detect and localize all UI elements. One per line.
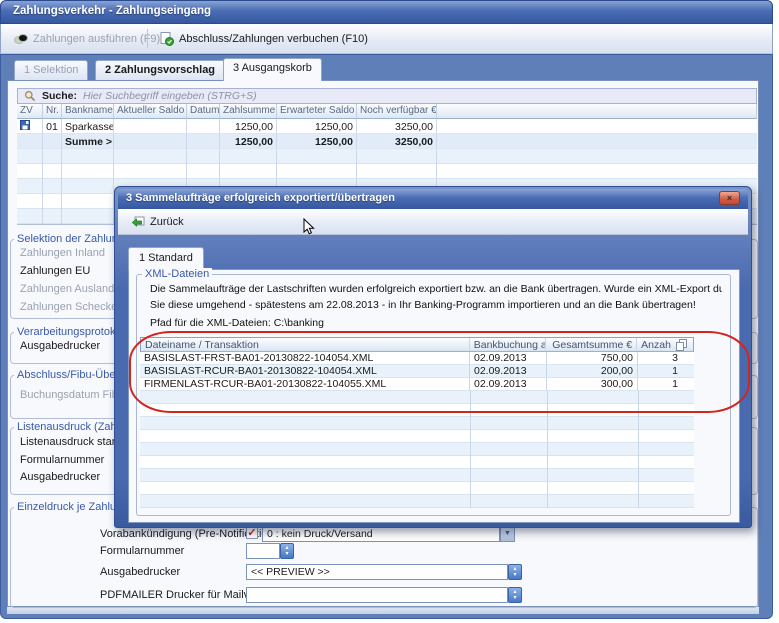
tab-zahlungsvorschlag[interactable]: 2 Zahlungsvorschlag bbox=[95, 60, 225, 80]
toolbar-separator bbox=[147, 29, 148, 48]
formularnummer-label: Formularnummer bbox=[100, 545, 184, 557]
ausgabedrucker-combo[interactable]: << PREVIEW >> bbox=[246, 564, 508, 580]
dialog-titlebar: 3 Sammelaufträge erfolgreich exportiert/… bbox=[118, 189, 748, 209]
tab-ausgangskorb[interactable]: 3 Ausgangskorb bbox=[223, 58, 322, 81]
group-abschluss-label: Abschluss/Fibu-Überg bbox=[14, 369, 128, 381]
col-zv[interactable]: ZV bbox=[17, 104, 43, 119]
book-payments-label: Abschluss/Zahlungen verbuchen (F10) bbox=[179, 33, 368, 45]
col-filler bbox=[437, 104, 757, 119]
cell-noch-verfuegbar: 3250,00 bbox=[357, 119, 437, 134]
col-nr[interactable]: Nr. bbox=[43, 104, 62, 119]
ausgabedrucker-spinner[interactable]: ▴▾ bbox=[508, 564, 522, 580]
execute-payments-label: Zahlungen ausführen (F9) bbox=[33, 33, 160, 45]
tab-ausgangskorb-label: 3 Ausgangskorb bbox=[233, 62, 312, 74]
sidebar-item-zahlungen-ausland[interactable]: Zahlungen Ausland bbox=[20, 283, 114, 295]
back-label: Zurück bbox=[150, 216, 184, 228]
table-sum-row: Summe > 1250,00 1250,00 3250,00 bbox=[17, 134, 757, 149]
prenotification-checkbox[interactable]: ✓ bbox=[246, 527, 258, 539]
prenotification-dropdown-icon[interactable]: ▼ bbox=[500, 526, 515, 542]
sum-erwarteter-saldo: 1250,00 bbox=[277, 134, 357, 149]
col-datum[interactable]: Datum bbox=[187, 104, 220, 119]
screen: Zahlungsverkehr - Zahlungseingang Zahlun… bbox=[0, 0, 779, 623]
sidebar-item-zahlungen-inland[interactable]: Zahlungen Inland bbox=[20, 247, 105, 259]
cell-bankname: Sparkasse bbox=[62, 119, 114, 134]
sidebar-item-formularnummer[interactable]: Formularnummer bbox=[20, 454, 104, 466]
sidebar-item-buchungsdatum[interactable]: Buchungsdatum Fib bbox=[20, 389, 118, 401]
group-selektion-label: Selektion der Zahlung bbox=[14, 233, 127, 245]
book-payments-button[interactable]: Abschluss/Zahlungen verbuchen (F10) bbox=[153, 28, 375, 49]
coins-icon bbox=[14, 33, 28, 45]
window-bottom-strip bbox=[7, 607, 759, 614]
cell-erwarteter-saldo: 1250,00 bbox=[277, 119, 357, 134]
sum-label: Summe > bbox=[62, 134, 114, 149]
tab-zahlungsvorschlag-label: 2 Zahlungsvorschlag bbox=[105, 64, 215, 76]
save-disk-icon bbox=[20, 120, 30, 130]
formularnummer-field[interactable] bbox=[246, 543, 280, 559]
cell-datum bbox=[187, 119, 220, 134]
tab-selektion[interactable]: 1 Selektion bbox=[14, 60, 88, 80]
group-einzeldruck-label: Einzeldruck je Zahlun bbox=[14, 501, 125, 513]
dialog-tab-standard[interactable]: 1 Standard bbox=[128, 247, 204, 270]
prenotification-combo[interactable]: 0 : kein Druck/Versand bbox=[262, 526, 500, 542]
xml-dateien-label: XML-Dateien bbox=[142, 268, 212, 280]
dialog-title: 3 Sammelaufträge erfolgreich exportiert/… bbox=[126, 192, 395, 204]
tab-selektion-label: 1 Selektion bbox=[24, 64, 78, 76]
pdfmailer-combo[interactable] bbox=[246, 587, 508, 603]
sum-noch-verfuegbar: 3250,00 bbox=[357, 134, 437, 149]
sidebar-item-ausgabedrucker-2[interactable]: Ausgabedrucker bbox=[20, 471, 100, 483]
group-listenausdruck-label: Listenausdruck (Zahlu bbox=[14, 421, 128, 433]
dialog-tab-label: 1 Standard bbox=[139, 252, 193, 264]
sum-zahlsumme: 1250,00 bbox=[220, 134, 277, 149]
col-noch-verfuegbar[interactable]: Noch verfügbar € bbox=[357, 104, 437, 119]
mouse-cursor bbox=[303, 218, 316, 240]
col-erwarteter-saldo[interactable]: Erwarteter Saldo € bbox=[277, 104, 357, 119]
ausgabedrucker-label: Ausgabedrucker bbox=[100, 566, 180, 578]
back-arrow-icon bbox=[131, 216, 145, 228]
sidebar-item-zahlungen-eu[interactable]: Zahlungen EU bbox=[20, 265, 90, 277]
cell-nr: 01 bbox=[43, 119, 62, 134]
dialog-toolbar: Zurück bbox=[118, 209, 748, 235]
cell-zv bbox=[17, 119, 43, 134]
search-label: Suche: bbox=[42, 90, 77, 102]
search-bar[interactable]: Suche: Hier Suchbegriff eingeben (STRG+S… bbox=[17, 88, 757, 104]
annotation-red-oval bbox=[129, 331, 750, 413]
back-button[interactable]: Zurück bbox=[126, 212, 189, 231]
sidebar-item-listenausdruck-start[interactable]: Listenausdruck start bbox=[20, 436, 118, 448]
sidebar-item-ausgabedrucker-1[interactable]: Ausgabedrucker bbox=[20, 340, 100, 352]
window-titlebar: Zahlungsverkehr - Zahlungseingang bbox=[0, 0, 773, 24]
window-title: Zahlungsverkehr - Zahlungseingang bbox=[13, 5, 211, 17]
cell-aktueller-saldo bbox=[114, 119, 187, 134]
sidebar-item-zahlungen-schecke[interactable]: Zahlungen Schecke bbox=[20, 301, 117, 313]
pdfmailer-spinner[interactable]: ▴▾ bbox=[508, 587, 522, 603]
col-bankname[interactable]: Bankname bbox=[62, 104, 114, 119]
dialog-message-line2: Sie diese umgehend - spätestens am 22.08… bbox=[150, 299, 722, 311]
table-row[interactable]: 01 Sparkasse 1250,00 1250,00 3250,00 bbox=[17, 119, 757, 134]
document-check-icon bbox=[160, 32, 174, 46]
close-icon[interactable]: × bbox=[719, 191, 740, 205]
main-toolbar: Zahlungen ausführen (F9) Abschluss/Zahlu… bbox=[0, 24, 773, 54]
search-input[interactable]: Hier Suchbegriff eingeben (STRG+S) bbox=[83, 90, 257, 102]
dialog-path-line: Pfad für die XML-Dateien: C:\banking bbox=[150, 317, 722, 329]
col-zahlsumme[interactable]: Zahlsumme € bbox=[220, 104, 277, 119]
group-verarbeitung-label: Verarbeitungsprotoko bbox=[14, 326, 125, 338]
dialog-message-line1: Die Sammelaufträge der Lastschriften wur… bbox=[150, 283, 722, 295]
cell-zahlsumme: 1250,00 bbox=[220, 119, 277, 134]
main-table-header[interactable]: ZV Nr. Bankname Aktueller Saldo € Datum … bbox=[17, 104, 757, 119]
col-aktueller-saldo[interactable]: Aktueller Saldo € bbox=[114, 104, 187, 119]
formularnummer-spinner[interactable]: ▴▾ bbox=[280, 543, 294, 559]
execute-payments-button[interactable]: Zahlungen ausführen (F9) bbox=[7, 28, 167, 49]
search-icon bbox=[24, 90, 36, 102]
